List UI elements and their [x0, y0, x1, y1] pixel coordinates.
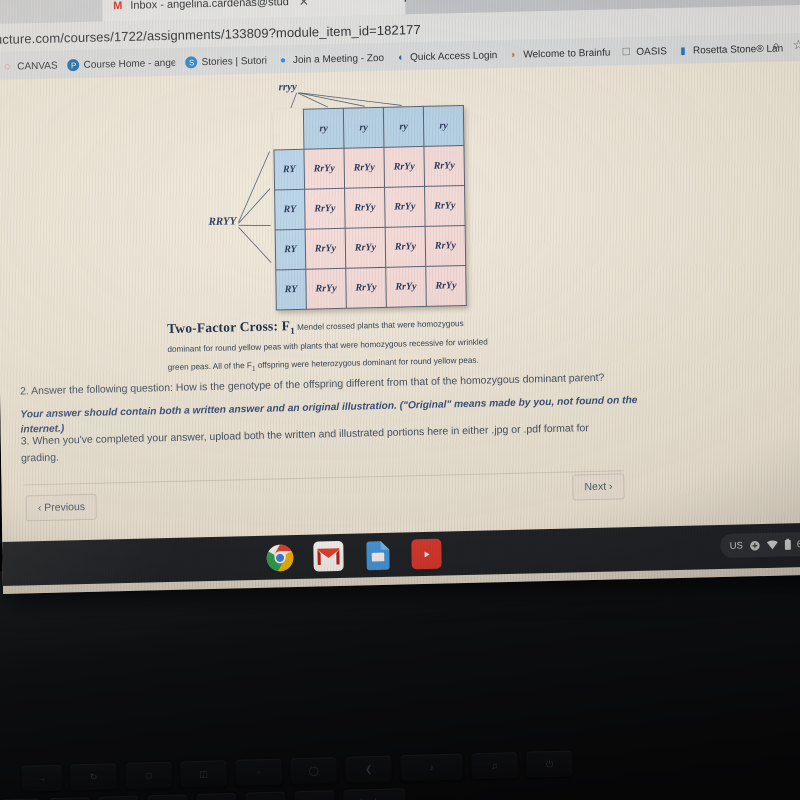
- bookmark-course-home[interactable]: P Course Home - ange: [67, 57, 176, 72]
- bookmark-label: Rosetta Stone® Lan: [692, 42, 784, 57]
- wifi-icon: [766, 540, 778, 550]
- key-mute: ❮: [345, 755, 392, 783]
- key-power: ⏻: [526, 750, 573, 778]
- key-reload: ↻: [70, 763, 118, 791]
- tray-locale-label: US: [729, 540, 743, 552]
- shelf-app-icons: [264, 538, 442, 573]
- key-brightness-down: ◦: [235, 758, 283, 786]
- system-tray[interactable]: US 6:57: [720, 531, 800, 559]
- gmail-favicon: M: [113, 0, 123, 13]
- bookmark-star-icon[interactable]: ☆: [792, 37, 800, 53]
- browser-tab-title: Inbox - angelina.cardenas@stud: [130, 0, 289, 12]
- punnett-cell: RrYy: [305, 228, 346, 270]
- punnett-row: RY RrYy RrYy RrYy RrYy: [275, 265, 467, 310]
- key-equals: +: [294, 790, 335, 800]
- quick-access-icon: ◖: [396, 51, 404, 64]
- key-9: (: [147, 794, 188, 800]
- bookmark-quick-access-login[interactable]: ◖ Quick Access Login: [394, 49, 497, 63]
- next-button[interactable]: Next ›: [572, 473, 625, 501]
- punnett-cell: RrYy: [383, 146, 425, 188]
- pearson-icon: P: [67, 59, 80, 72]
- punnett-row: RY RrYy RrYy RrYy RrYy: [274, 185, 466, 230]
- punnett-cell: RrYy: [345, 227, 386, 269]
- caption-body-part2: offspring were heterozygous dominant for…: [255, 355, 479, 370]
- google-slides-app-icon[interactable]: [362, 540, 392, 571]
- gmail-app-icon[interactable]: [313, 540, 344, 572]
- keyboard-row-function: → ↻ □ ◫ ◦ ◯ ❮ ♪ ♫ ⏻: [21, 750, 573, 792]
- punnett-col-header: ry: [423, 105, 464, 147]
- punnett-row: RY RrYy RrYy RrYy RrYy: [275, 225, 466, 270]
- punnett-square-figure: rryy RRYY ry ry ry ry RY RrYy RrYy RrYy …: [200, 77, 468, 323]
- bookmark-label: Stories | Sutori: [201, 55, 268, 68]
- youtube-app-icon[interactable]: [411, 538, 442, 570]
- key-8: *: [98, 795, 140, 800]
- key-overview: ◫: [180, 760, 228, 788]
- punnett-cell: RrYy: [344, 187, 386, 229]
- punnett-square-table: ry ry ry ry RY RrYy RrYy RrYy RrYy RY Rr…: [273, 105, 467, 310]
- omnibox-actions: ⌕ ☆ ▶: [772, 36, 800, 53]
- caption-title: Two-Factor Cross: F1: [167, 318, 295, 336]
- bookmark-label: CANVAS: [17, 60, 58, 72]
- key-backspace: backsp: [343, 788, 406, 800]
- punnett-col-header: ry: [383, 106, 424, 148]
- punnett-row: RY RrYy RrYy RrYy RrYy: [273, 145, 465, 190]
- key-brightness-up: ◯: [290, 757, 338, 785]
- chrome-app-icon[interactable]: [264, 542, 294, 573]
- punnett-cell: RrYy: [385, 226, 426, 268]
- bookmark-welcome-to-brainfuse[interactable]: ◗ Welcome to Brainfu: [507, 46, 610, 60]
- bookmark-label: OASIS: [636, 45, 668, 58]
- key-volume-up: ♫: [471, 752, 518, 780]
- punnett-cell: RrYy: [303, 148, 345, 190]
- content-divider: [23, 470, 624, 486]
- punnett-cell: RrYy: [304, 188, 346, 230]
- punnett-cell: RrYy: [385, 266, 427, 308]
- punnett-cell: RrYy: [423, 145, 465, 187]
- key-minus: –: [245, 791, 286, 800]
- bookmark-join-a-meeting-zoom[interactable]: ● Join a Meeting - Zoo: [277, 52, 384, 67]
- key-volume-down: ♪: [400, 753, 463, 782]
- punnett-col-header: ry: [303, 108, 344, 150]
- punnett-cell: RrYy: [343, 147, 385, 189]
- key-back: →: [21, 764, 63, 792]
- tab-close-icon[interactable]: ✕: [299, 0, 309, 9]
- chromebook-screen: 📄 quiz.pdf ✕ M Inbox - angelina.cardenas…: [0, 0, 800, 594]
- search-icon[interactable]: ⌕: [772, 38, 780, 54]
- key-fullscreen: □: [125, 761, 173, 789]
- assignment-page-content: rryy RRYY ry ry ry ry RY RrYy RrYy RrYy …: [0, 60, 800, 550]
- bookmark-label: Welcome to Brainfu: [523, 46, 611, 61]
- punnett-row-header: RY: [275, 269, 307, 310]
- punnett-row-header: RY: [273, 149, 305, 190]
- bookmark-canvas[interactable]: ◌ CANVAS: [1, 60, 58, 73]
- punnett-cell: RrYy: [425, 225, 466, 267]
- brainfuse-icon: ◗: [510, 49, 517, 61]
- punnett-col-header: ry: [343, 107, 384, 149]
- punnett-cell: RrYy: [425, 265, 467, 307]
- punnett-header-row: ry ry ry ry: [273, 105, 464, 150]
- oasis-page-icon: ☐: [621, 46, 631, 58]
- punnett-corner-cell: [273, 109, 304, 150]
- bookmark-label: Course Home - ange: [83, 57, 176, 71]
- previous-button[interactable]: ‹ Previous: [25, 493, 98, 522]
- bookmark-stories-sutori[interactable]: S Stories | Sutori: [185, 55, 267, 69]
- key-0: ): [196, 792, 237, 800]
- canvas-icon: ◌: [4, 61, 11, 73]
- punnett-row-header: RY: [274, 189, 306, 230]
- rosetta-icon: ▮: [680, 45, 686, 57]
- photo-of-laptop: → ↻ □ ◫ ◦ ◯ ❮ ♪ ♫ ⏻ ^ & * ( ) – + backsp: [0, 0, 800, 800]
- battery-icon: [784, 538, 791, 550]
- bookmark-oasis[interactable]: ☐ OASIS: [620, 45, 667, 58]
- sync-icon: [749, 540, 760, 551]
- figure-caption: Two-Factor Cross: F1 Mendel crossed plan…: [167, 312, 498, 376]
- punnett-cell: RrYy: [424, 185, 466, 227]
- punnett-cell: RrYy: [305, 268, 347, 310]
- punnett-cell: RrYy: [384, 186, 426, 228]
- punnett-cell: RrYy: [345, 267, 387, 309]
- sutori-icon: S: [185, 56, 198, 69]
- bookmark-rosetta-stone[interactable]: ▮ Rosetta Stone® Lan: [677, 42, 783, 57]
- punnett-row-header: RY: [275, 229, 306, 270]
- zoom-icon: ●: [279, 54, 287, 66]
- bookmark-label: Join a Meeting - Zoo: [292, 52, 385, 66]
- bookmark-label: Quick Access Login: [410, 49, 498, 63]
- caption-title-text: Two-Factor Cross: F: [167, 318, 291, 337]
